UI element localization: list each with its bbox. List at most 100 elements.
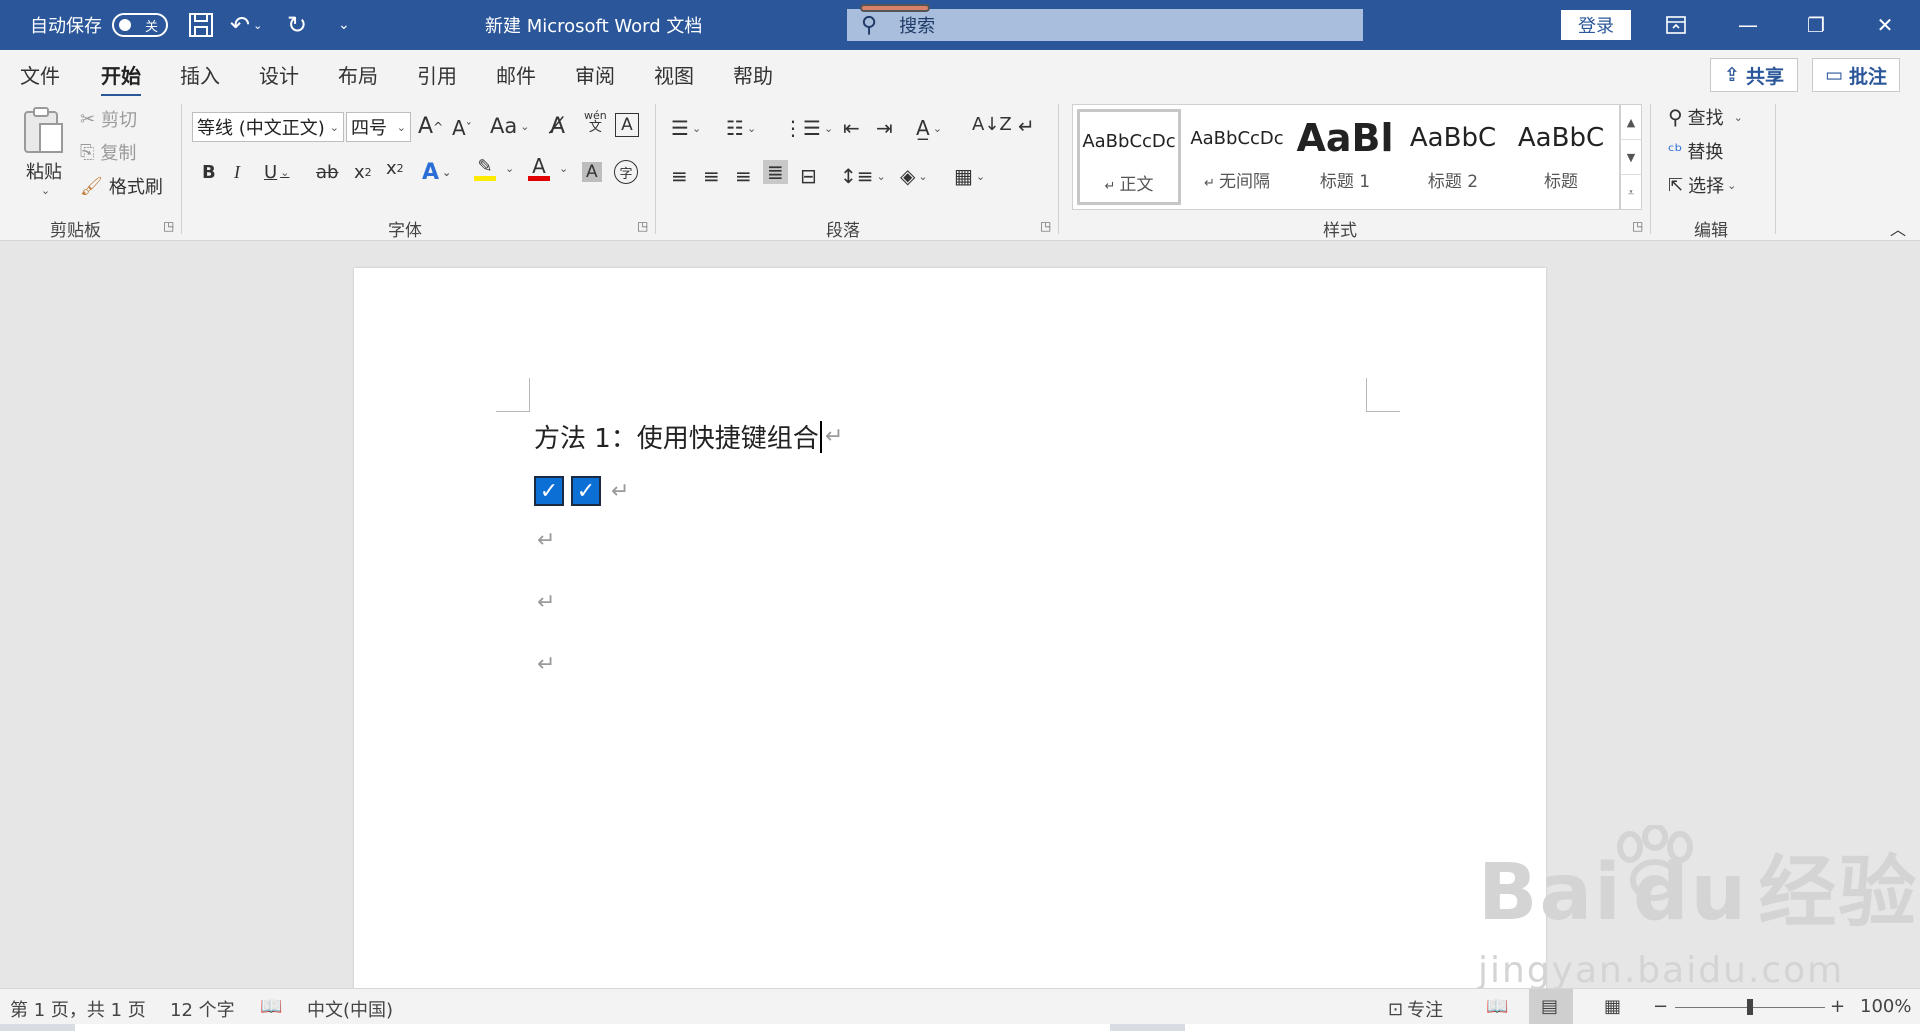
- comments-button[interactable]: ▭ 批注: [1812, 58, 1900, 92]
- distributed-align-icon[interactable]: ⊟: [800, 164, 817, 188]
- empty-paragraph[interactable]: ↵: [534, 652, 555, 677]
- grow-font-icon[interactable]: A ^: [418, 114, 443, 139]
- style-heading-1[interactable]: AaBl 标题 1: [1293, 109, 1397, 205]
- close-icon[interactable]: ✕: [1850, 0, 1920, 50]
- strikethrough-icon[interactable]: ab: [316, 162, 338, 183]
- tab-design[interactable]: 设计: [259, 60, 299, 89]
- checked-checkbox[interactable]: ✓: [534, 476, 564, 506]
- proofing-icon[interactable]: 📖: [260, 996, 282, 1017]
- text-effects-icon[interactable]: A ⌄: [422, 160, 451, 185]
- search-input[interactable]: ⚲ 搜索: [847, 9, 1363, 41]
- font-size-select[interactable]: 四号 ⌄: [346, 112, 411, 142]
- sort-icon[interactable]: A↓Z: [972, 114, 1012, 135]
- read-mode-icon[interactable]: 📖: [1486, 996, 1508, 1017]
- scroll-up-icon[interactable]: ▲: [1621, 105, 1641, 140]
- more-styles-icon[interactable]: ⩡: [1621, 175, 1641, 210]
- clipboard-dialog-launcher-icon[interactable]: ◳: [163, 219, 174, 233]
- enclose-characters-icon[interactable]: 字: [614, 160, 638, 184]
- tab-view[interactable]: 视图: [654, 60, 694, 89]
- bold-icon[interactable]: B: [202, 162, 216, 183]
- tab-help[interactable]: 帮助: [733, 60, 773, 89]
- tab-file[interactable]: 文件: [20, 60, 60, 89]
- shading-icon[interactable]: ◈ ⌄: [900, 164, 928, 188]
- style-no-spacing[interactable]: AaBbCcDc ↵ 无间隔: [1185, 109, 1289, 205]
- language-indicator[interactable]: 中文(中国): [307, 996, 393, 1022]
- borders-icon[interactable]: ▦ ⌄: [954, 164, 985, 188]
- chinese-layout-icon[interactable]: A̲ ⌄: [916, 116, 942, 140]
- zoom-level[interactable]: 100%: [1860, 996, 1911, 1017]
- save-icon[interactable]: [188, 0, 214, 50]
- tab-insert[interactable]: 插入: [180, 60, 220, 89]
- empty-paragraph[interactable]: ↵: [534, 590, 555, 615]
- format-painter-button[interactable]: 🖌 格式刷: [80, 173, 163, 199]
- line-spacing-icon[interactable]: ↕≡ ⌄: [840, 164, 886, 188]
- login-button[interactable]: 登录: [1561, 10, 1631, 40]
- character-border-icon[interactable]: A: [615, 113, 639, 137]
- style-heading-2[interactable]: AaBbC 标题 2: [1401, 109, 1505, 205]
- cut-button[interactable]: ✂ 剪切: [80, 106, 137, 132]
- styles-dialog-launcher-icon[interactable]: ◳: [1632, 219, 1643, 233]
- collapse-ribbon-icon[interactable]: ︿: [1890, 216, 1906, 240]
- align-right-icon[interactable]: ≡: [735, 164, 752, 188]
- redo-icon[interactable]: ↻: [287, 0, 307, 50]
- clear-formatting-icon[interactable]: A̸: [550, 114, 565, 139]
- zoom-in-icon[interactable]: +: [1830, 996, 1845, 1017]
- tab-references[interactable]: 引用: [417, 60, 457, 89]
- customize-quick-access-icon[interactable]: ⌄: [338, 0, 350, 50]
- paste-button[interactable]: 粘贴 ⌄: [22, 106, 66, 197]
- show-formatting-marks-icon[interactable]: ↵: [1018, 114, 1035, 138]
- tab-mailings[interactable]: 邮件: [496, 60, 536, 89]
- numbering-icon[interactable]: ☷ ⌄: [726, 116, 756, 140]
- page-count[interactable]: 第 1 页，共 1 页: [10, 996, 146, 1022]
- restore-icon[interactable]: ❐: [1781, 0, 1851, 50]
- web-layout-icon[interactable]: ▦: [1604, 996, 1621, 1017]
- document-heading-paragraph[interactable]: 方法 1：使用快捷键组合 ↵: [534, 418, 843, 455]
- highlight-dropdown-icon[interactable]: ⌄: [505, 162, 514, 175]
- character-shading-icon[interactable]: A: [582, 162, 602, 182]
- font-dialog-launcher-icon[interactable]: ◳: [637, 219, 648, 233]
- document-page[interactable]: 方法 1：使用快捷键组合 ↵ ✓ ✓ ↵ ↵ ↵ ↵: [354, 268, 1546, 988]
- subscript-icon[interactable]: x2: [354, 162, 372, 183]
- find-button[interactable]: ⚲ 查找 ⌄: [1668, 104, 1743, 130]
- ribbon-display-options-icon[interactable]: [1641, 0, 1711, 50]
- tab-review[interactable]: 审阅: [575, 60, 615, 89]
- replace-button[interactable]: ᶜᵇ 替换: [1668, 138, 1723, 164]
- paragraph-dialog-launcher-icon[interactable]: ◳: [1040, 219, 1051, 233]
- decrease-indent-icon[interactable]: ⇤: [843, 116, 860, 140]
- multilevel-list-icon[interactable]: ⋮☰ ⌄: [783, 116, 833, 140]
- align-center-icon[interactable]: ≡: [703, 164, 720, 188]
- undo-icon[interactable]: ↶ ⌄: [230, 0, 262, 50]
- change-case-icon[interactable]: Aa ⌄: [490, 114, 529, 138]
- style-normal[interactable]: AaBbCcDc ↵ 正文: [1077, 109, 1181, 205]
- print-layout-icon[interactable]: ▤: [1541, 996, 1558, 1017]
- font-color-dropdown-icon[interactable]: ⌄: [559, 162, 568, 175]
- highlight-color-icon[interactable]: ✎: [474, 158, 496, 181]
- share-button[interactable]: ⇪ 共享: [1710, 58, 1798, 92]
- empty-paragraph[interactable]: ↵: [534, 528, 555, 553]
- shrink-font-icon[interactable]: Aˇ: [452, 116, 472, 140]
- increase-indent-icon[interactable]: ⇥: [876, 116, 893, 140]
- italic-icon[interactable]: I: [234, 162, 240, 183]
- copy-button[interactable]: ⎘ 复制: [80, 139, 136, 165]
- style-title[interactable]: AaBbC 标题: [1509, 109, 1613, 205]
- checked-checkbox[interactable]: ✓: [571, 476, 601, 506]
- align-left-icon[interactable]: ≡: [671, 164, 688, 188]
- minimize-icon[interactable]: —: [1713, 0, 1783, 50]
- font-name-select[interactable]: 等线 (中文正文) ⌄: [192, 112, 344, 142]
- superscript-icon[interactable]: x2: [386, 158, 404, 179]
- zoom-slider-thumb[interactable]: [1747, 999, 1753, 1015]
- zoom-out-icon[interactable]: −: [1653, 996, 1668, 1017]
- underline-icon[interactable]: U ⌄: [264, 162, 289, 183]
- font-color-icon[interactable]: A: [528, 156, 550, 181]
- autosave-toggle[interactable]: 关: [112, 0, 168, 50]
- justify-icon[interactable]: ≣: [763, 160, 788, 184]
- focus-button[interactable]: ⊡ 专注: [1388, 996, 1443, 1022]
- bullets-icon[interactable]: ☰ ⌄: [671, 116, 701, 140]
- checkbox-paragraph[interactable]: ✓ ✓ ↵: [534, 476, 629, 506]
- scroll-down-icon[interactable]: ▼: [1621, 140, 1641, 175]
- select-button[interactable]: ⇱ 选择 ⌄: [1668, 172, 1736, 198]
- tab-home[interactable]: 开始: [101, 60, 141, 97]
- tab-layout[interactable]: 布局: [338, 60, 378, 89]
- phonetic-guide-icon[interactable]: wén 文: [584, 110, 607, 134]
- word-count[interactable]: 12 个字: [170, 996, 235, 1022]
